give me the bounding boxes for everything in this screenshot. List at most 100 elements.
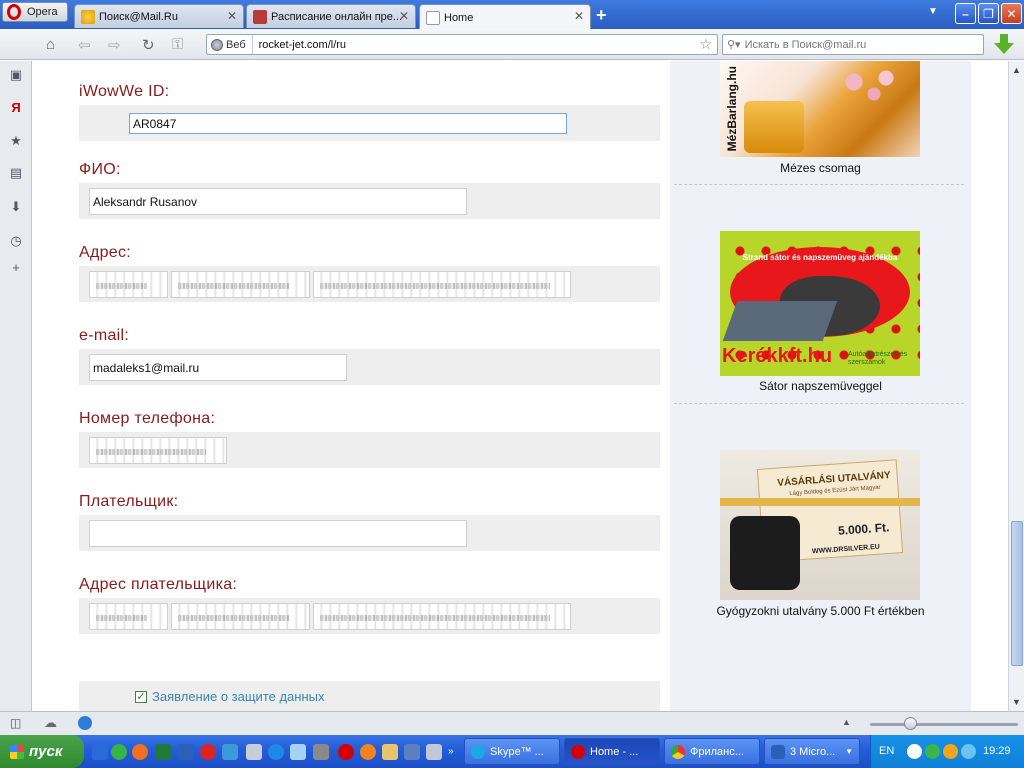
key-icon[interactable]: ⚿ — [172, 36, 183, 53]
utorrent-icon[interactable] — [111, 744, 127, 760]
tray-agent-icon[interactable] — [943, 744, 958, 759]
tool-icon[interactable] — [426, 744, 442, 760]
payer-city-input[interactable] — [171, 603, 310, 630]
start-button[interactable]: пуск — [0, 735, 84, 768]
tab-home[interactable]: Home ✕ — [419, 4, 591, 30]
field-row — [79, 266, 660, 302]
tab-close-icon[interactable]: ✕ — [574, 9, 584, 23]
payer-zip-input[interactable] — [89, 603, 168, 630]
speed-dial-icon[interactable]: ▣ — [8, 67, 24, 83]
media-icon[interactable] — [200, 744, 216, 760]
download-arrow-icon[interactable] — [994, 34, 1014, 54]
new-tab-button[interactable]: + — [596, 5, 607, 26]
scroll-thumb[interactable] — [1011, 521, 1023, 666]
search-input[interactable]: ⚲▾ Искать в Поиск@mail.ru — [722, 34, 984, 55]
task-opera-home[interactable]: Home - ... — [564, 738, 660, 765]
quicklaunch-more-icon[interactable]: » — [448, 746, 454, 757]
tab-close-icon[interactable]: ✕ — [399, 9, 409, 23]
notes-icon[interactable]: ▤ — [8, 165, 24, 181]
downloads-icon[interactable]: ⬇ — [8, 199, 24, 215]
tray-star-icon[interactable] — [961, 744, 976, 759]
iwowwe-id-input[interactable]: AR0847 — [129, 113, 567, 134]
task-word[interactable]: 3 Micro... ▼ — [764, 738, 860, 765]
payer-street-input[interactable] — [313, 603, 571, 630]
opera-quick-icon[interactable] — [338, 744, 354, 760]
word-quick-icon[interactable] — [178, 744, 194, 760]
folder-icon[interactable] — [382, 744, 398, 760]
field-label: iWowWe ID: — [79, 83, 170, 100]
tray-collapse-icon[interactable] — [907, 744, 922, 759]
history-clock-icon[interactable]: ◷ — [8, 233, 24, 249]
field-label: Номер телефона: — [79, 410, 216, 427]
language-indicator[interactable]: EN — [879, 745, 894, 757]
kerek-tagline: Autóalkatrészek és szerszámok — [848, 351, 908, 366]
task-skype[interactable]: Skype™ ... — [464, 738, 560, 765]
restore-button[interactable]: ❐ — [978, 3, 999, 24]
device-icon[interactable] — [246, 744, 262, 760]
promo-caption[interactable]: Sátor napszemüveggel — [670, 379, 971, 393]
zoom-slider-knob[interactable] — [904, 717, 917, 730]
address-field[interactable]: Веб rocket-jet.com/l/ru ☆ — [206, 34, 718, 55]
address-city-input[interactable] — [171, 271, 310, 298]
tab-close-icon[interactable]: ✕ — [227, 9, 237, 23]
reload-icon[interactable]: ↻ — [142, 36, 155, 54]
tray-check-icon[interactable] — [925, 744, 940, 759]
turbo-cloud-icon[interactable]: ☁ — [44, 715, 57, 731]
minimize-button[interactable]: – — [955, 3, 976, 24]
tab-title: Поиск@Mail.Ru — [99, 10, 178, 23]
search-placeholder: Искать в Поиск@mail.ru — [744, 38, 867, 51]
honey-brand-text: MézBarlang.hu — [725, 66, 739, 152]
address-street-input[interactable] — [313, 271, 571, 298]
zoom-slider-track[interactable] — [870, 723, 1018, 726]
email-input[interactable]: madaleks1@mail.ru — [89, 354, 347, 381]
desktop-icon[interactable] — [92, 744, 108, 760]
full-name-input[interactable]: Aleksandr Rusanov — [89, 188, 467, 215]
privacy-statement-link[interactable]: Заявление о защите данных — [152, 689, 325, 704]
phone-input[interactable] — [89, 437, 227, 464]
scroll-down-icon[interactable]: ▼ — [1012, 697, 1021, 707]
task-chrome[interactable]: Фриланс... — [664, 738, 760, 765]
honey-promo-image[interactable]: MézBarlang.hu — [720, 61, 920, 157]
tab-menu-chevron-icon[interactable]: ▼ — [928, 6, 938, 17]
unite-icon[interactable] — [78, 716, 92, 730]
mail-icon[interactable] — [290, 744, 306, 760]
firefox-icon[interactable] — [360, 744, 376, 760]
forward-icon[interactable]: ⇨ — [108, 36, 121, 54]
zoom-up-icon[interactable]: ▲ — [842, 717, 851, 727]
url-text[interactable]: rocket-jet.com/l/ru — [253, 39, 700, 51]
close-window-button[interactable]: ✕ — [1001, 3, 1022, 24]
opera-menu-button[interactable]: Opera — [2, 2, 68, 22]
vertical-scrollbar[interactable]: ▲ ▼ — [1008, 61, 1024, 711]
address-zip-input[interactable] — [89, 271, 168, 298]
voucher-promo-image[interactable]: VÁSÁRLÁSI UTALVÁNY Lágy Boldog és Ezüst … — [720, 450, 920, 600]
field-row — [79, 432, 660, 468]
yandex-icon[interactable]: Я — [8, 99, 24, 115]
field-label: Адрес: — [79, 244, 132, 261]
app-icon[interactable] — [404, 744, 420, 760]
panel-toggle-icon[interactable]: ◫ — [10, 716, 21, 730]
network-icon[interactable] — [222, 744, 238, 760]
consent-checkbox[interactable]: ✓ — [135, 691, 147, 703]
tab-schedule[interactable]: Расписание онлайн пре... ✕ — [246, 4, 416, 28]
ie-icon[interactable] — [268, 744, 284, 760]
excel-icon[interactable] — [155, 744, 171, 760]
bookmark-star-icon[interactable]: ☆ — [699, 36, 717, 53]
back-icon[interactable]: ⇦ — [78, 36, 91, 54]
web-badge[interactable]: Веб — [207, 35, 253, 54]
task-label: Skype™ ... — [490, 745, 544, 758]
window-icon[interactable] — [313, 744, 329, 760]
tent-promo-headline: Strand sátor és napszemüveg ajándékba — [742, 253, 898, 262]
kerek-brand-text: Kerékkft.hu — [722, 345, 833, 367]
add-panel-icon[interactable]: + — [8, 259, 24, 275]
settings-icon[interactable] — [132, 744, 148, 760]
promo-caption[interactable]: Gyógyzokni utalvány 5.000 Ft értékben — [670, 604, 971, 618]
home-icon[interactable]: ⌂ — [46, 36, 55, 53]
field-label: e-mail: — [79, 327, 130, 344]
tab-mail-search[interactable]: Поиск@Mail.Ru ✕ — [74, 4, 244, 28]
promo-caption[interactable]: Mézes csomag — [670, 161, 971, 175]
bookmarks-star-icon[interactable]: ★ — [8, 133, 24, 149]
scroll-up-icon[interactable]: ▲ — [1012, 65, 1021, 75]
tent-promo-image[interactable]: Strand sátor és napszemüveg ajándékba Ke… — [720, 231, 920, 376]
start-label: пуск — [29, 743, 63, 760]
payer-input[interactable] — [89, 520, 467, 547]
